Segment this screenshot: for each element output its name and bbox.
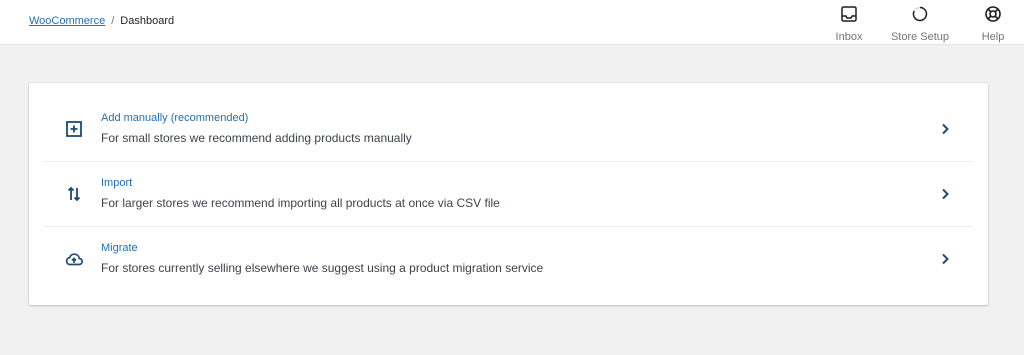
option-title: Migrate (101, 242, 138, 254)
store-setup-tab[interactable]: Store Setup (878, 0, 962, 45)
breadcrumb-woocommerce-link[interactable]: WooCommerce (29, 14, 105, 28)
inbox-label: Inbox (835, 31, 863, 43)
help-lifebuoy-icon (984, 5, 1002, 28)
option-add-manually[interactable]: Add manually (recommended) For small sto… (44, 97, 973, 162)
option-description: For larger stores we recommend importing… (101, 196, 500, 210)
store-setup-label: Store Setup (890, 31, 950, 43)
option-migrate[interactable]: Migrate For stores currently selling els… (44, 227, 973, 292)
header-bar: WooCommerce / Dashboard Inbox Store Setu… (0, 0, 1024, 45)
inbox-tab[interactable]: Inbox (820, 0, 878, 45)
progress-circle-icon (911, 5, 929, 28)
add-products-card: Add manually (recommended) For small sto… (29, 83, 988, 305)
option-title: Import (101, 177, 133, 189)
chevron-right-icon (937, 251, 953, 267)
breadcrumb-current: Dashboard (120, 15, 175, 27)
activity-panel-nav: Inbox Store Setup Help (820, 0, 1024, 45)
option-description: For stores currently selling elsewhere w… (101, 261, 544, 275)
option-description: For small stores we recommend adding pro… (101, 131, 412, 145)
add-box-icon (64, 119, 84, 139)
inbox-icon (840, 5, 858, 28)
cloud-upload-icon (64, 249, 84, 269)
chevron-right-icon (937, 186, 953, 202)
help-tab[interactable]: Help (962, 0, 1024, 45)
option-title: Add manually (recommended) (101, 112, 249, 124)
breadcrumb-separator: / (111, 15, 115, 27)
option-import[interactable]: Import For larger stores we recommend im… (44, 162, 973, 227)
chevron-right-icon (937, 121, 953, 137)
swap-arrows-icon (64, 184, 84, 204)
breadcrumb: WooCommerce / Dashboard (29, 14, 174, 28)
help-label: Help (981, 31, 1005, 43)
